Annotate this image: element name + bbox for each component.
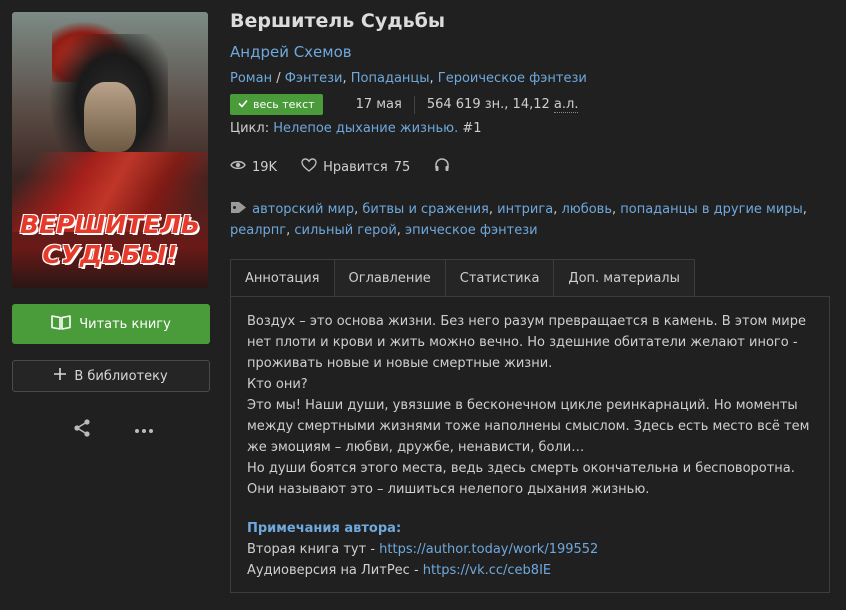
- author-note: Аудиоверсия на ЛитРес - https://vk.cc/ce…: [247, 560, 813, 581]
- genre-link[interactable]: Попаданцы: [351, 71, 430, 86]
- tag-link[interactable]: интрига: [497, 202, 553, 217]
- book-size-unit: а.л.: [553, 96, 579, 113]
- genres-line: Роман / Фэнтези, Попаданцы, Героическое …: [230, 71, 587, 86]
- secondary-actions: [72, 418, 154, 442]
- publish-date: 17 мая: [355, 97, 402, 112]
- annotation-panel: Воздух – это основа жизни. Без него разу…: [230, 296, 830, 593]
- status-badge: весь текст: [230, 94, 323, 115]
- views-stat: 19K: [230, 159, 277, 175]
- author-link[interactable]: Андрей Схемов: [230, 43, 352, 61]
- likes-count: 75: [393, 159, 411, 175]
- genre-link[interactable]: Фэнтези: [285, 71, 343, 86]
- heart-icon: [301, 158, 317, 176]
- headphones-icon: [434, 158, 450, 176]
- cover-title-line1: ВЕРШИТЕЛЬ: [19, 210, 201, 239]
- author-note-text: Вторая книга тут -: [247, 542, 380, 557]
- book-cover[interactable]: ВЕРШИТЕЛЬ СУДЬБЫ!: [12, 12, 208, 288]
- plus-icon: [54, 368, 67, 384]
- cover-title-line2: СУДЬБЫ!: [42, 240, 178, 269]
- audiobook-link[interactable]: https://vk.cc/ceb8IE: [423, 563, 551, 578]
- author-note: Вторая книга тут - https://author.today/…: [247, 539, 813, 560]
- author-notes-heading: Примечания автора:: [247, 521, 402, 536]
- genre-type-link[interactable]: Роман: [230, 71, 272, 86]
- more-options-icon[interactable]: [134, 423, 154, 438]
- info-tabs: Аннотация Оглавление Статистика Доп. мат…: [230, 259, 695, 296]
- add-to-library-button[interactable]: В библиотеку: [12, 360, 210, 392]
- series-label: Цикл:: [230, 121, 270, 136]
- tag-link[interactable]: битвы и сражения: [362, 202, 489, 217]
- tab-annotation[interactable]: Аннотация: [230, 259, 335, 296]
- audiobook-button[interactable]: [434, 158, 450, 176]
- series-number: #1: [462, 121, 482, 136]
- cover-face: [84, 82, 136, 152]
- tag-icon: [230, 202, 252, 217]
- read-book-label: Читать книгу: [79, 316, 171, 332]
- status-badge-label: весь текст: [253, 98, 315, 111]
- series-line: Цикл: Нелепое дыхание жизнью. #1: [230, 121, 482, 136]
- tab-statistics[interactable]: Статистика: [444, 259, 555, 296]
- tag-link[interactable]: сильный герой: [294, 223, 396, 238]
- tag-link[interactable]: эпическое фэнтези: [405, 223, 538, 238]
- tab-extra-materials[interactable]: Доп. материалы: [553, 259, 695, 296]
- tab-contents[interactable]: Оглавление: [333, 259, 446, 296]
- views-count: 19K: [252, 159, 278, 175]
- share-icon[interactable]: [72, 418, 92, 442]
- read-book-button[interactable]: Читать книгу: [12, 304, 210, 344]
- tag-link[interactable]: попаданцы в другие миры: [620, 202, 803, 217]
- book-meta: весь текст 17 мая 564 619 зн., 14,12 а.л…: [230, 94, 579, 115]
- tag-link[interactable]: реалрпг: [230, 223, 286, 238]
- checkmark-icon: [238, 98, 248, 111]
- add-to-library-label: В библиотеку: [74, 368, 168, 384]
- annotation-paragraph: Это мы! Наши души, увязшие в бесконечном…: [247, 398, 810, 455]
- series-link[interactable]: Нелепое дыхание жизнью.: [273, 121, 458, 136]
- like-button[interactable]: Нравится 75: [301, 158, 410, 176]
- book-title: Вершитель Судьбы: [230, 10, 446, 32]
- tag-link[interactable]: авторский мир: [252, 202, 354, 217]
- likes-label: Нравится: [323, 159, 388, 175]
- divider: [413, 95, 415, 114]
- annotation-paragraph: Кто они?: [247, 377, 308, 392]
- book-stats: 19K Нравится 75: [230, 158, 466, 176]
- genre-link[interactable]: Героическое фэнтези: [438, 71, 587, 86]
- author-note-text: Аудиоверсия на ЛитРес -: [247, 563, 423, 578]
- annotation-paragraph: Но души боятся этого места, ведь здесь с…: [247, 461, 795, 497]
- tags-list: авторский мир, битвы и сражения, интрига…: [230, 202, 807, 238]
- open-book-icon: [51, 314, 72, 334]
- book-size: 564 619 зн., 14,12: [426, 97, 550, 112]
- tag-link[interactable]: любовь: [561, 202, 612, 217]
- second-book-link[interactable]: https://author.today/work/199552: [379, 542, 598, 557]
- annotation-paragraph: Воздух – это основа жизни. Без него разу…: [247, 314, 806, 371]
- eye-icon: [230, 159, 246, 175]
